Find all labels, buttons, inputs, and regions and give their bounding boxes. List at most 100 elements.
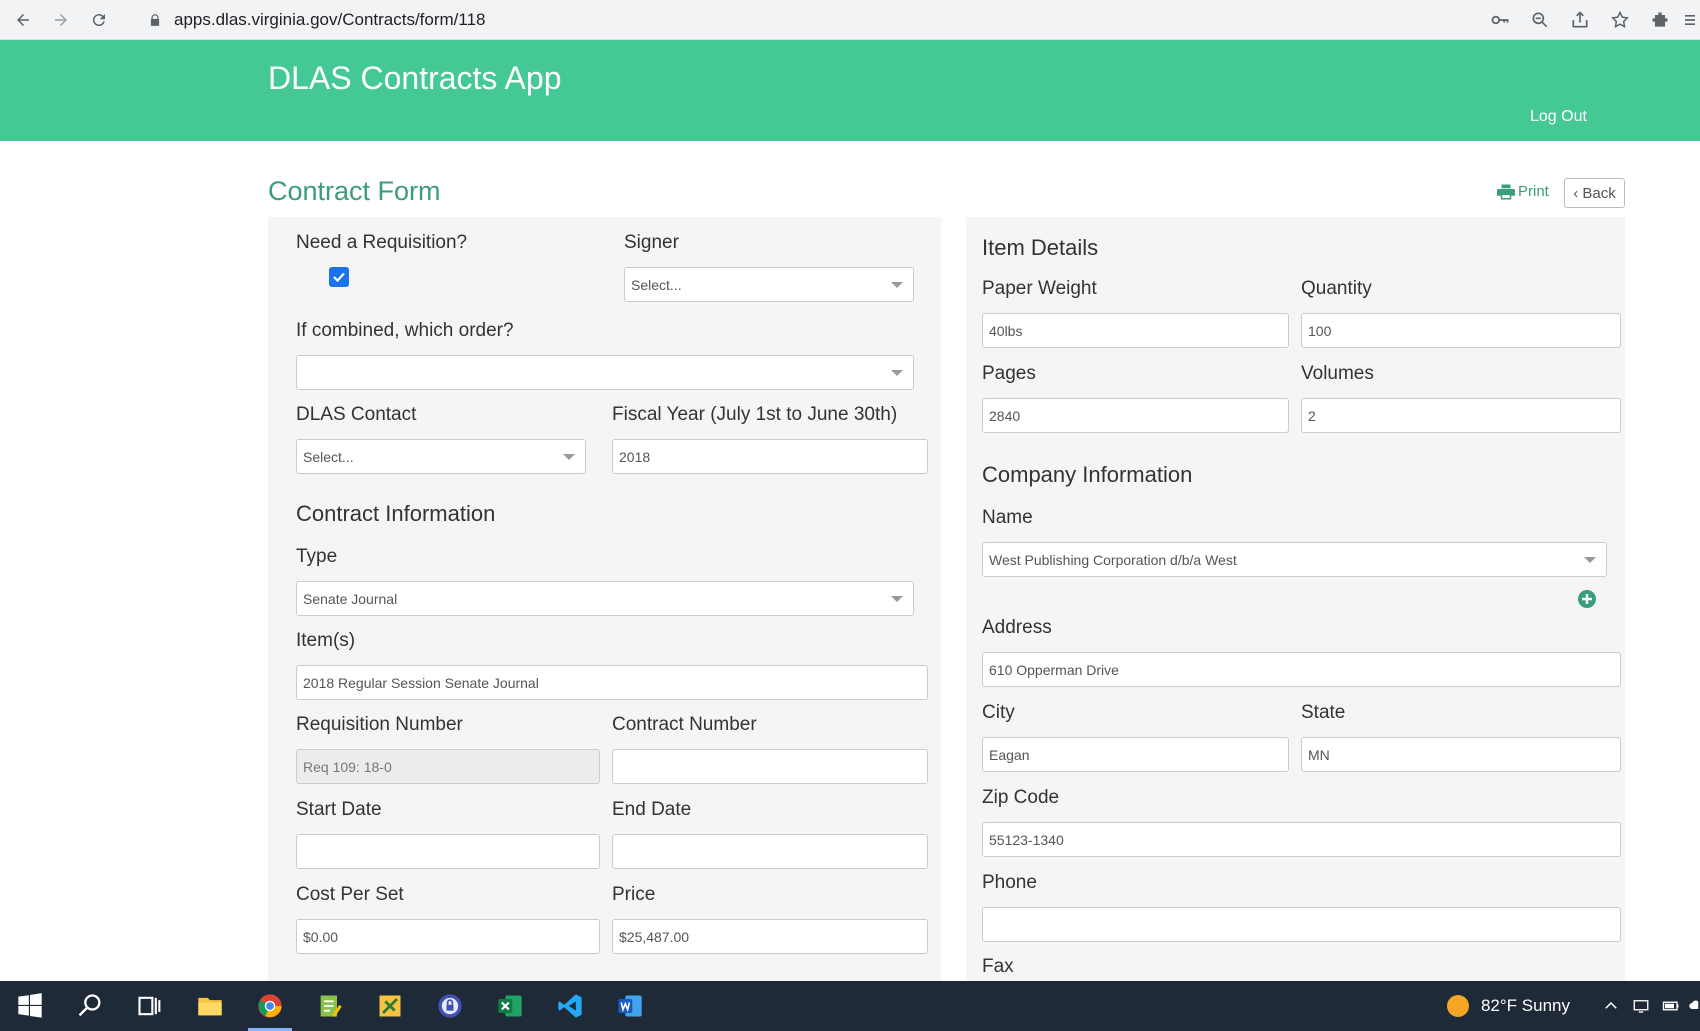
app-header: DLAS Contracts App Log Out [0, 40, 1700, 141]
zoom-icon[interactable] [1520, 0, 1560, 40]
sun-icon[interactable] [1446, 995, 1469, 1017]
combined-order-select[interactable] [296, 355, 914, 390]
address-input[interactable]: 610 Opperman Drive [982, 652, 1621, 687]
item-details-heading: Item Details [982, 235, 1099, 260]
windows-taskbar: 82°F Sunny [0, 981, 1700, 1031]
quantity-input[interactable]: 100 [1301, 313, 1621, 348]
pages-input[interactable]: 2840 [982, 398, 1289, 433]
zip-code-input[interactable]: 55123-1340 [982, 822, 1621, 857]
excel-icon[interactable] [480, 981, 540, 1031]
printer-icon [1497, 184, 1515, 199]
display-icon[interactable] [1626, 981, 1656, 1031]
cost-per-set-input[interactable]: $0.00 [296, 919, 600, 954]
word-icon[interactable] [600, 981, 660, 1031]
chevron-down-icon [891, 370, 903, 376]
contract-number-label: Contract Number [612, 714, 757, 735]
print-label: Print [1518, 183, 1549, 200]
cost-per-set-label: Cost Per Set [296, 884, 404, 905]
state-input[interactable]: MN [1301, 737, 1621, 772]
chevron-down-icon [563, 454, 575, 460]
company-name-select[interactable]: West Publishing Corporation d/b/a West [982, 542, 1607, 577]
checkmark-icon [333, 272, 345, 283]
company-name-label: Name [982, 507, 1033, 528]
paper-weight-input[interactable]: 40lbs [982, 313, 1289, 348]
back-button[interactable]: ‹ Back [1564, 178, 1625, 208]
requisition-number-input: Req 109: 18-0 [296, 749, 600, 784]
task-view-icon[interactable] [120, 981, 180, 1031]
end-date-input[interactable] [612, 834, 928, 869]
dlas-contact-label: DLAS Contact [296, 404, 417, 425]
dlas-contact-value: Select... [303, 448, 354, 465]
type-select[interactable]: Senate Journal [296, 581, 914, 616]
company-information-heading: Company Information [982, 462, 1193, 487]
lock-icon [150, 14, 160, 26]
dlas-contact-select[interactable]: Select... [296, 439, 586, 474]
items-label: Item(s) [296, 630, 356, 651]
contract-number-input[interactable] [612, 749, 928, 784]
signer-label: Signer [624, 232, 679, 253]
forward-arrow-icon[interactable] [46, 5, 76, 35]
address-label: Address [982, 617, 1052, 638]
weather-text[interactable]: 82°F Sunny [1481, 996, 1570, 1016]
menu-icon[interactable] [1680, 0, 1700, 40]
search-icon[interactable] [60, 981, 120, 1031]
paper-weight-label: Paper Weight [982, 278, 1097, 299]
address-bar[interactable]: apps.dlas.virginia.gov/Contracts/form/11… [140, 4, 1440, 36]
requisition-number-label: Requisition Number [296, 714, 463, 735]
page-title: Contract Form [268, 176, 441, 206]
price-label: Price [612, 884, 656, 905]
fax-label: Fax [982, 956, 1014, 977]
details-panel: Item Details Paper Weight 40lbs Quantity… [966, 217, 1625, 981]
city-input[interactable]: Eagan [982, 737, 1289, 772]
chevron-down-icon [891, 596, 903, 602]
chevron-down-icon [1584, 557, 1596, 563]
battery-icon[interactable] [1656, 981, 1686, 1031]
chevron-up-icon[interactable] [1596, 981, 1626, 1031]
logout-link[interactable]: Log Out [1530, 108, 1587, 126]
start-date-input[interactable] [296, 834, 600, 869]
fiscal-year-input[interactable]: 2018 [612, 439, 928, 474]
end-date-label: End Date [612, 799, 692, 820]
chevron-down-icon [891, 282, 903, 288]
quantity-label: Quantity [1301, 278, 1372, 299]
volumes-label: Volumes [1301, 363, 1374, 384]
browser-toolbar: apps.dlas.virginia.gov/Contracts/form/11… [0, 0, 1700, 40]
type-label: Type [296, 546, 338, 567]
pages-label: Pages [982, 363, 1036, 384]
reload-icon[interactable] [84, 5, 114, 35]
type-value: Senate Journal [303, 590, 398, 607]
notepad-icon[interactable] [300, 981, 360, 1031]
sticky-tools-icon[interactable] [360, 981, 420, 1031]
url-text: apps.dlas.virginia.gov/Contracts/form/11… [174, 10, 486, 29]
windows-icon[interactable] [0, 981, 60, 1031]
phone-label: Phone [982, 872, 1037, 893]
keepass-icon[interactable] [420, 981, 480, 1031]
plus-circle-icon[interactable] [1578, 590, 1596, 608]
volumes-input[interactable]: 2 [1301, 398, 1621, 433]
share-icon[interactable] [1560, 0, 1600, 40]
app-title[interactable]: DLAS Contracts App [268, 60, 561, 97]
signer-select[interactable]: Select... [624, 267, 914, 302]
star-icon[interactable] [1600, 0, 1640, 40]
phone-input[interactable] [982, 907, 1621, 942]
chrome-icon[interactable] [240, 981, 300, 1031]
company-name-value: West Publishing Corporation d/b/a West [989, 551, 1237, 568]
print-link[interactable]: Print [1497, 183, 1549, 200]
extensions-icon[interactable] [1640, 0, 1680, 40]
file-explorer-icon[interactable] [180, 981, 240, 1031]
items-input[interactable]: 2018 Regular Session Senate Journal [296, 665, 928, 700]
need-requisition-checkbox[interactable] [329, 267, 349, 287]
zip-code-label: Zip Code [982, 787, 1060, 808]
need-requisition-label: Need a Requisition? [296, 232, 468, 253]
back-arrow-icon[interactable] [8, 5, 38, 35]
contract-panel: Need a Requisition? Signer Select... If … [268, 217, 941, 981]
vscode-icon[interactable] [540, 981, 600, 1031]
contract-information-heading: Contract Information [296, 501, 496, 526]
state-label: State [1301, 702, 1346, 723]
price-input[interactable]: $25,487.00 [612, 919, 928, 954]
cloud-icon[interactable] [1686, 981, 1700, 1031]
start-date-label: Start Date [296, 799, 382, 820]
city-label: City [982, 702, 1015, 723]
signer-value: Select... [631, 276, 682, 293]
key-icon[interactable] [1480, 0, 1520, 40]
